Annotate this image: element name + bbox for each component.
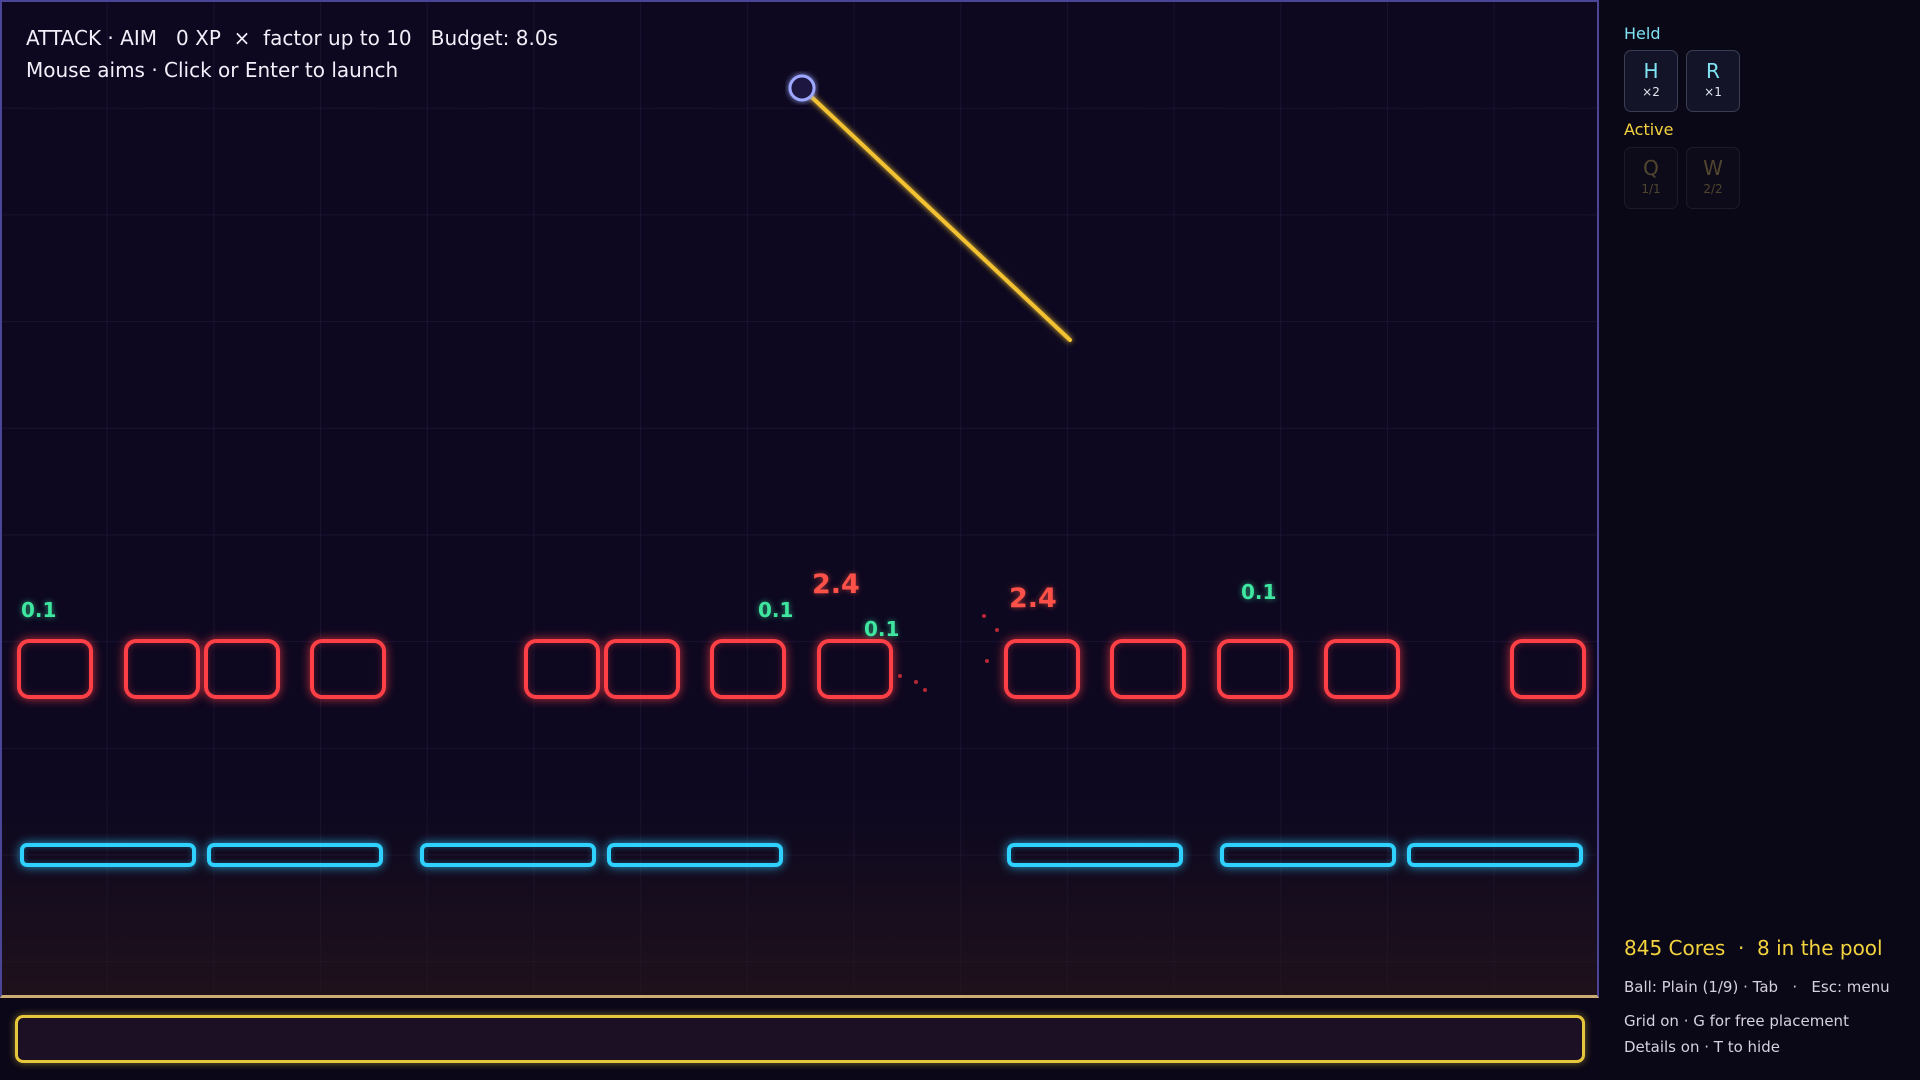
factor-label: 0.1 — [1241, 580, 1277, 604]
paddle — [1407, 843, 1583, 867]
held-count: ×1 — [1704, 85, 1722, 99]
held-count: ×2 — [1642, 85, 1660, 99]
brick-layer: 0.1 0.1 2.4 0.1 2.4 0.1 — [2, 2, 1601, 1000]
active-card-w: W 2/2 — [1686, 147, 1740, 209]
factor-label: 0.1 — [758, 598, 794, 622]
brick — [817, 639, 893, 699]
playfield[interactable]: ATTACK · AIM 0 XP × factor up to 10 Budg… — [0, 0, 1599, 998]
factor-label: 2.4 — [812, 569, 860, 600]
brick — [1510, 639, 1586, 699]
brick — [17, 639, 93, 699]
brick — [1324, 639, 1400, 699]
brick — [710, 639, 786, 699]
factor-label: 2.4 — [1009, 583, 1057, 614]
held-card-r[interactable]: R ×1 — [1686, 50, 1740, 112]
details-hint: Details on · T to hide — [1624, 1038, 1780, 1056]
active-count: 2/2 — [1703, 182, 1723, 196]
paddle — [420, 843, 596, 867]
held-label: Held — [1624, 24, 1661, 43]
brick — [204, 639, 280, 699]
factor-label: 0.1 — [864, 617, 900, 641]
paddle — [207, 843, 383, 867]
held-key: R — [1706, 59, 1720, 83]
launch-bar[interactable] — [15, 1015, 1585, 1063]
held-card-h[interactable]: H ×2 — [1624, 50, 1678, 112]
brick — [1217, 639, 1293, 699]
held-key: H — [1643, 59, 1659, 83]
brick — [604, 639, 680, 699]
brick — [524, 639, 600, 699]
brick — [124, 639, 200, 699]
active-label: Active — [1624, 120, 1674, 139]
brick — [1004, 639, 1080, 699]
brick — [310, 639, 386, 699]
paddle — [20, 843, 196, 867]
brick — [1110, 639, 1186, 699]
cores-status: 845 Cores · 8 in the pool — [1624, 936, 1883, 960]
active-key: W — [1703, 156, 1723, 180]
paddle — [1007, 843, 1183, 867]
spark-particle — [914, 680, 918, 684]
active-key: Q — [1643, 156, 1659, 180]
ball-hint: Ball: Plain (1/9) · Tab · Esc: menu — [1624, 978, 1890, 996]
paddle — [607, 843, 783, 867]
grid-hint: Grid on · G for free placement — [1624, 1012, 1849, 1030]
factor-label: 0.1 — [21, 598, 57, 622]
spark-particle — [898, 674, 902, 678]
active-count: 1/1 — [1641, 182, 1661, 196]
spark-particle — [985, 659, 989, 663]
paddle — [1220, 843, 1396, 867]
spark-particle — [982, 614, 986, 618]
spark-particle — [923, 688, 927, 692]
active-card-q: Q 1/1 — [1624, 147, 1678, 209]
side-panel: Held H ×2 R ×1 Active Q 1/1 W 2/2 845 Co… — [1602, 0, 1920, 1080]
spark-particle — [995, 628, 999, 632]
